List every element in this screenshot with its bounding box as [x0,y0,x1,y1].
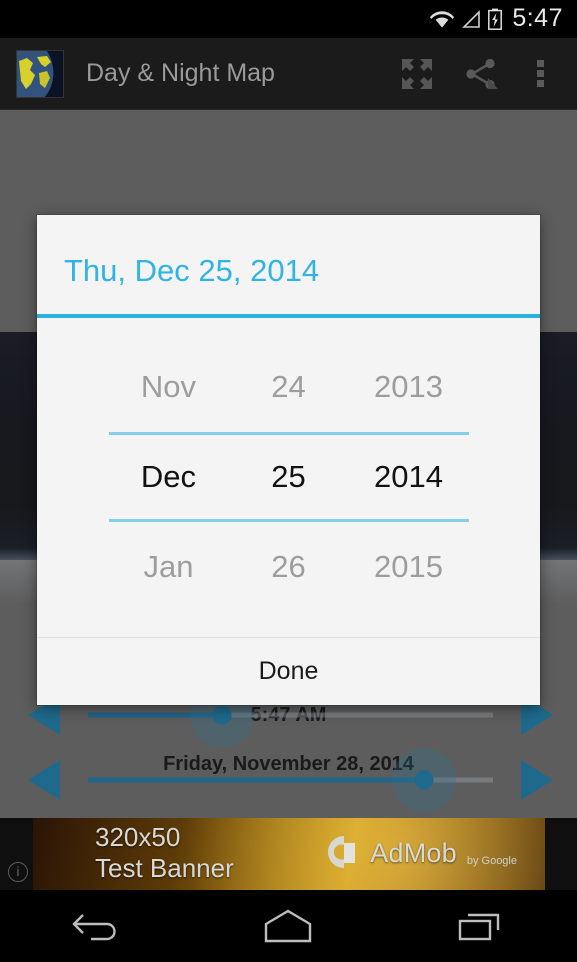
fullscreen-expand-icon [402,58,432,89]
date-spinners: Nov Dec Jan 24 25 26 2013 2014 2015 [37,322,540,632]
world-map-icon[interactable] [16,49,64,98]
admob-by-google: by Google [466,855,517,867]
date-slider-decrement[interactable] [28,760,74,800]
dialog-footer: Done [37,637,540,705]
year-selected[interactable]: 2014 [348,432,469,522]
month-spinner[interactable]: Nov Dec Jan [108,342,229,612]
info-icon[interactable]: i [8,862,28,882]
dialog-header: Thu, Dec 25, 2014 [37,215,540,318]
ad-banner-image[interactable]: 320x50 Test Banner AdMob by Google [33,818,545,890]
admob-logo-icon [322,834,360,872]
status-bar-clock: 5:47 [512,3,563,32]
wifi-icon [430,11,455,29]
arrow-right-icon [521,760,553,800]
android-screen: 5:47 Day & Night Map 5:47 AM Friday, Nov… [0,0,577,962]
home-icon [265,909,312,943]
date-slider-row[interactable] [0,748,577,812]
date-picker-dialog[interactable]: Thu, Dec 25, 2014 Nov Dec Jan 24 25 26 2… [37,215,540,705]
ad-size-text: 320x50 Test Banner [95,822,234,884]
day-selected[interactable]: 25 [228,432,349,522]
signal-icon [462,9,481,28]
action-bar: Day & Night Map [0,38,577,110]
ad-size-line1: 320x50 [95,822,181,852]
share-button[interactable] [449,38,513,110]
admob-brand: AdMob by Google [322,834,517,872]
nav-home-button[interactable] [233,890,343,962]
admob-wordmark: AdMob [370,837,457,868]
more-vertical-icon [537,59,544,87]
nav-back-button[interactable] [41,890,151,962]
day-spinner[interactable]: 24 25 26 [228,342,349,612]
recents-icon [458,913,500,941]
battery-charging-icon [488,8,503,30]
fullscreen-button[interactable] [385,38,449,110]
arrow-left-icon [28,760,60,800]
date-slider-increment[interactable] [507,760,553,800]
time-slider-thumb[interactable] [212,705,232,725]
year-spinner[interactable]: 2013 2014 2015 [348,342,469,612]
ad-banner[interactable]: 320x50 Test Banner AdMob by Google i [0,818,577,890]
day-next[interactable]: 26 [229,522,349,612]
app-title: Day & Night Map [86,59,275,87]
share-icon [466,58,498,89]
month-next[interactable]: Jan [109,522,229,612]
nav-recents-button[interactable] [426,890,536,962]
ad-size-line2: Test Banner [95,853,234,883]
year-previous[interactable]: 2013 [349,342,469,432]
year-next[interactable]: 2015 [349,522,469,612]
back-arrow-icon [72,914,116,941]
navigation-bar [0,890,577,962]
status-bar: 5:47 [0,0,577,38]
done-button[interactable]: Done [259,657,319,686]
date-slider-thumb[interactable] [414,770,434,790]
month-selected[interactable]: Dec [108,432,229,522]
selected-date-header: Thu, Dec 25, 2014 [64,253,320,288]
day-previous[interactable]: 24 [229,342,349,432]
overflow-menu-button[interactable] [513,38,569,110]
month-previous[interactable]: Nov [109,342,229,432]
date-slider-track[interactable] [88,748,493,812]
